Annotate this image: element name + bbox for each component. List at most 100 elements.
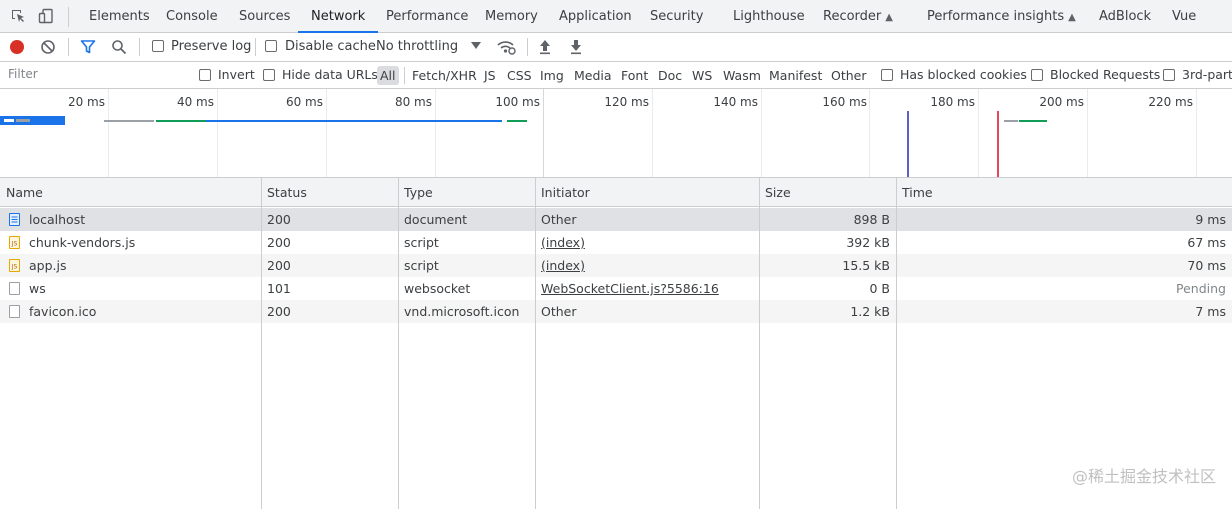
column-header-type[interactable]: Type: [398, 178, 535, 207]
column-divider[interactable]: [261, 178, 262, 509]
table-row[interactable]: favicon.ico 200 vnd.microsoft.icon Other…: [0, 300, 1232, 323]
export-har-icon[interactable]: [569, 39, 583, 55]
table-row[interactable]: ws 101 websocket WebSocketClient.js?5586…: [0, 277, 1232, 300]
network-conditions-icon[interactable]: [496, 38, 516, 56]
overview-bar-waiting: [507, 120, 527, 122]
invert-checkbox[interactable]: [199, 69, 211, 81]
blocked-requests-label: Blocked Requests: [1050, 67, 1161, 82]
request-type: vnd.microsoft.icon: [404, 304, 520, 319]
request-type: script: [404, 258, 439, 273]
inspect-element-icon[interactable]: [10, 8, 26, 24]
tab-memory[interactable]: Memory: [485, 0, 538, 33]
tab-elements[interactable]: Elements: [89, 0, 150, 33]
import-har-icon[interactable]: [538, 39, 552, 55]
has-blocked-cookies-checkbox[interactable]: [881, 69, 893, 81]
tab-network[interactable]: Network: [298, 0, 379, 33]
table-row[interactable]: JS chunk-vendors.js 200 script (index) 3…: [0, 231, 1232, 254]
network-toolbar: Preserve log Disable cache No throttling: [0, 33, 1232, 62]
script-icon: JS: [9, 236, 20, 249]
tab-lighthouse[interactable]: Lighthouse: [733, 0, 805, 33]
preserve-log-checkbox[interactable]: [152, 40, 164, 52]
request-time: 9 ms: [1195, 212, 1226, 227]
hide-data-urls-checkbox[interactable]: [263, 69, 275, 81]
filter-bar: Filter Invert Hide data URLs All Fetch/X…: [0, 62, 1232, 89]
hide-data-urls-label: Hide data URLs: [282, 67, 378, 82]
column-divider[interactable]: [398, 178, 399, 509]
request-initiator-link[interactable]: (index): [535, 254, 759, 277]
request-time: 7 ms: [1195, 304, 1226, 319]
column-header-size[interactable]: Size: [759, 178, 896, 207]
clear-icon[interactable]: [40, 39, 56, 55]
device-toolbar-icon[interactable]: [38, 8, 54, 24]
tab-performance-insights-label: Performance insights: [927, 9, 1065, 24]
disable-cache-checkbox[interactable]: [265, 40, 277, 52]
table-row[interactable]: localhost 200 document Other 898 B 9 ms: [0, 208, 1232, 231]
tab-console[interactable]: Console: [166, 0, 218, 33]
tab-performance-insights[interactable]: Performance insights ▲: [927, 0, 1076, 33]
tab-sources[interactable]: Sources: [239, 0, 290, 33]
type-filter-all[interactable]: All: [377, 66, 399, 85]
request-initiator: Other: [541, 304, 577, 319]
request-initiator-link[interactable]: (index): [535, 231, 759, 254]
svg-text:JS: JS: [11, 241, 18, 248]
column-divider[interactable]: [759, 178, 760, 509]
request-status: 200: [267, 235, 291, 250]
type-filter-img[interactable]: Img: [537, 66, 567, 85]
invert-label: Invert: [218, 67, 255, 82]
type-filter-media[interactable]: Media: [571, 66, 615, 85]
network-overview-timeline[interactable]: 20 ms 40 ms 60 ms 80 ms 100 ms 120 ms 14…: [0, 89, 1232, 178]
table-header: Name Status Type Initiator Size Time: [0, 178, 1232, 207]
overview-bar-waiting: [156, 120, 206, 122]
type-filter-manifest[interactable]: Manifest: [766, 66, 825, 85]
request-name: localhost: [29, 212, 86, 227]
request-size: 15.5 kB: [842, 258, 890, 273]
request-initiator-link[interactable]: WebSocketClient.js?5586:16: [535, 277, 759, 300]
throttling-select[interactable]: No throttling: [376, 39, 458, 54]
type-filter-wasm[interactable]: Wasm: [720, 66, 764, 85]
request-status: 200: [267, 304, 291, 319]
domcontentloaded-marker: [907, 111, 909, 177]
type-filter-css[interactable]: CSS: [504, 66, 535, 85]
type-filter-font[interactable]: Font: [618, 66, 651, 85]
overview-waterfall: [0, 111, 1047, 177]
throttling-value: No throttling: [376, 39, 459, 54]
overview-bar-queue: [104, 120, 154, 122]
toolbar-divider: [255, 38, 256, 56]
tab-application[interactable]: Application: [559, 0, 632, 33]
network-request-table: Name Status Type Initiator Size Time loc…: [0, 178, 1232, 509]
type-filter-js[interactable]: JS: [481, 66, 499, 85]
third-party-label: 3rd-party: [1182, 67, 1232, 82]
request-status: 200: [267, 212, 291, 227]
table-row[interactable]: JS app.js 200 script (index) 15.5 kB 70 …: [0, 254, 1232, 277]
type-filter-fetch-xhr[interactable]: Fetch/XHR: [409, 66, 480, 85]
request-name: app.js: [29, 258, 67, 273]
overview-bar-queue: [1004, 120, 1018, 122]
tab-adblock[interactable]: AdBlock: [1099, 0, 1151, 33]
blocked-requests-checkbox[interactable]: [1031, 69, 1043, 81]
tab-recorder-label: Recorder: [823, 9, 882, 24]
tab-bar-divider: [68, 7, 69, 27]
third-party-checkbox[interactable]: [1163, 69, 1175, 81]
type-filter-ws[interactable]: WS: [689, 66, 715, 85]
devtools-tab-bar: Elements Console Sources Network Perform…: [0, 0, 1232, 33]
column-header-name[interactable]: Name: [0, 178, 261, 207]
filter-input[interactable]: Filter: [8, 67, 38, 81]
overview-bar-segment: [16, 119, 30, 122]
column-header-initiator[interactable]: Initiator: [535, 178, 759, 207]
column-header-status[interactable]: Status: [261, 178, 398, 207]
toolbar-divider: [527, 38, 528, 56]
tab-security[interactable]: Security: [650, 0, 703, 33]
column-divider[interactable]: [535, 178, 536, 509]
filter-icon[interactable]: [80, 39, 96, 55]
tab-vue[interactable]: Vue: [1172, 0, 1196, 33]
tab-recorder[interactable]: Recorder ▲: [823, 0, 893, 33]
chevron-down-icon[interactable]: [471, 42, 481, 50]
type-filter-other[interactable]: Other: [828, 66, 870, 85]
search-icon[interactable]: [111, 39, 127, 55]
column-divider[interactable]: [896, 178, 897, 509]
tab-performance[interactable]: Performance: [386, 0, 468, 33]
request-type: websocket: [404, 281, 471, 296]
type-filter-doc[interactable]: Doc: [655, 66, 685, 85]
column-header-time[interactable]: Time: [896, 178, 1232, 207]
record-icon[interactable]: [9, 39, 25, 55]
